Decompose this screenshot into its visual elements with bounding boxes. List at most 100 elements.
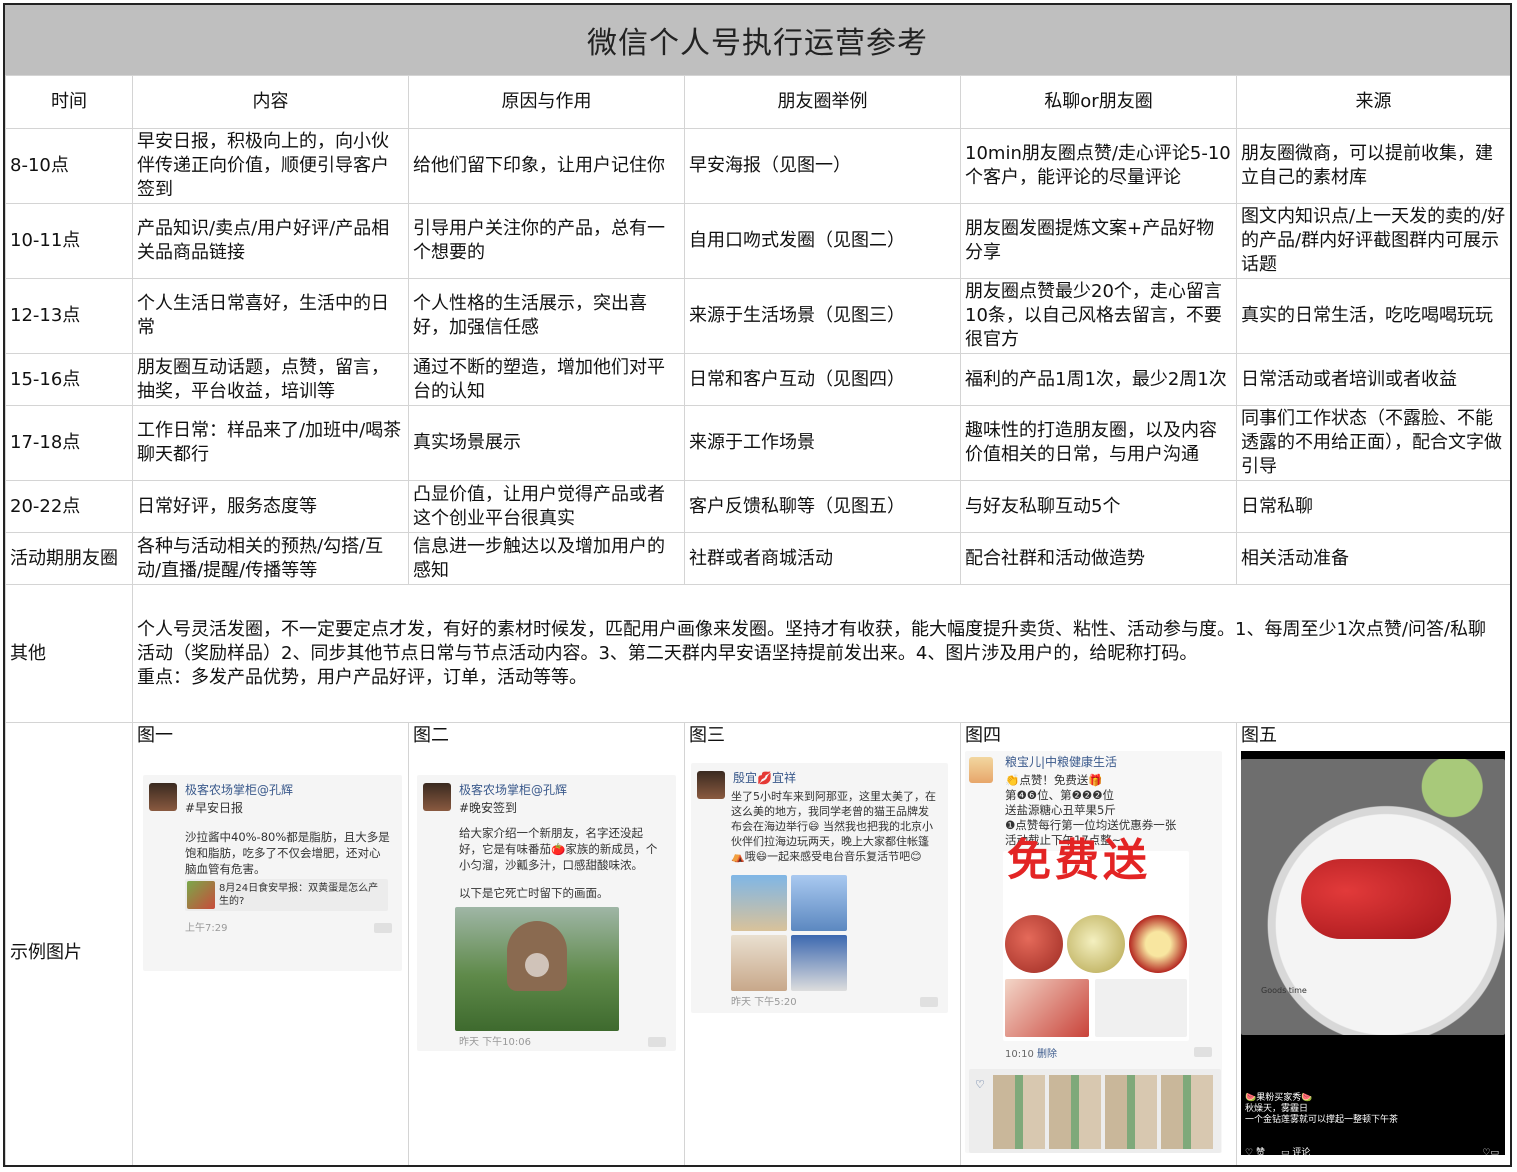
cell-reason: 引导用户关注你的产品，总有一个想要的: [408, 203, 685, 279]
more-icon[interactable]: [648, 1037, 666, 1047]
cell-channel: 朋友圈点赞最少20个，走心留言10条，以自己风格去留言，不要很官方: [960, 278, 1237, 354]
apple-image: [1005, 915, 1063, 973]
cell-reason: 凸显价值，让用户觉得产品或者这个创业平台很真实: [408, 480, 685, 533]
heart-comment-icons[interactable]: ♡▭: [1482, 1141, 1499, 1155]
cell-source: 朋友圈微商，可以提前收集，建立自己的素材库: [1236, 128, 1510, 204]
figure-1-label: 图一: [137, 725, 173, 746]
cell-time: 20-22点: [5, 480, 133, 533]
header-example: 朋友圈举例: [684, 75, 961, 129]
cell-time: 8-10点: [5, 128, 133, 204]
cell-time: 17-18点: [5, 405, 133, 481]
more-icon[interactable]: [374, 923, 392, 933]
post-line: 👏点赞！免费送🎁: [1005, 773, 1103, 787]
avatar: [423, 783, 451, 811]
post-line: ❶点赞每行第一位均送优惠券一张: [1005, 818, 1177, 832]
other-row: 其他 个人号灵活发圈，不一定要定点才发，有好的素材时候发，匹配用户画像来发圈。坚…: [5, 584, 1510, 723]
cell-channel: 趣味性的打造朋友圈，以及内容价值相关的日常，与用户沟通: [960, 405, 1237, 481]
link-thumbnail: [187, 881, 215, 909]
cell-channel: 与好友私聊互动5个: [960, 480, 1237, 533]
cell-content: 各种与活动相关的预热/勾搭/互动/直播/提醒/传播等等: [132, 532, 409, 585]
photo-stage[interactable]: [791, 875, 847, 931]
cell-example: 来源于生活场景（见图三）: [684, 278, 961, 354]
cell-reason: 个人性格的生活展示，突出喜好，加强信任感: [408, 278, 685, 354]
post-line: 第❹❻位、第❷❷❷位: [1005, 788, 1115, 802]
cell-content: 朋友圈互动话题，点赞，留言，抽奖，平台收益，培训等: [132, 353, 409, 406]
cell-example: 客户反馈私聊等（见图五）: [684, 480, 961, 533]
cell-time: 活动期朋友圈: [5, 532, 133, 585]
wax-apple-slices: [1301, 859, 1451, 939]
cell-reason: 真实场景展示: [408, 405, 685, 481]
cell-example: 自用口吻式发圈（见图二）: [684, 203, 961, 279]
table-row: 12-13点 个人生活日常喜好，生活中的日常 个人性格的生活展示，突出喜好，加强…: [5, 278, 1510, 354]
other-key-point: 重点：多发产品优势，用户产品好评，订单，活动等等。: [137, 666, 587, 688]
link-title: 8月24日食安早报：双黄蛋是怎么产生的?: [219, 883, 379, 907]
table-row: 8-10点 早安日报，积极向上的，向小伙伴传递正向价值，顺便引导客户签到 给他们…: [5, 128, 1510, 204]
figure-3-post: 殷宜💋宜祥 坐了5小时车来到阿那亚，这里太美了，在这么美的地方，我同学老曾的猫王…: [691, 763, 948, 1013]
photo-beach[interactable]: [731, 875, 787, 931]
avatar: [969, 757, 993, 783]
table-row: 活动期朋友圈 各种与活动相关的预热/勾搭/互动/直播/提醒/传播等等 信息进一步…: [5, 532, 1510, 585]
photo-poster[interactable]: [791, 935, 847, 991]
heart-icon: ♡: [1245, 1148, 1254, 1155]
operation-table: 时间 内容 原因与作用 朋友圈举例 私聊or朋友圈 来源 8-10点 早安日报，…: [5, 75, 1510, 1165]
header-time: 时间: [5, 75, 133, 129]
header-reason: 原因与作用: [408, 75, 685, 129]
figure-4-label: 图四: [965, 725, 1001, 746]
other-note-line: 个人号灵活发圈，不一定要定点才发，有好的素材时候发，匹配用户画像来发圈。坚持才有…: [137, 618, 1487, 664]
caption-line: 🍉果粉买家秀🍉: [1245, 1093, 1313, 1103]
table-row: 17-18点 工作日常：样品来了/加班中/喝茶聊天都行 真实场景展示 来源于工作…: [5, 405, 1510, 481]
figure-5-cell: 图五 Goods time 🍉果粉买家秀🍉 秋燥天，雾霾日 一个金钻莲雾就可以撑…: [1236, 722, 1510, 1165]
cell-source: 日常活动或者培训或者收益: [1236, 353, 1510, 406]
sheet-title: 微信个人号执行运营参考: [5, 5, 1510, 76]
photo-caption: 🍉果粉买家秀🍉 秋燥天，雾霾日 一个金钻莲雾就可以撑起一整顿下午茶: [1245, 1093, 1398, 1126]
spreadsheet: 微信个人号执行运营参考 时间 内容 原因与作用 朋友圈举例 私聊or朋友圈 来源…: [3, 3, 1512, 1167]
cell-example: 来源于工作场景: [684, 405, 961, 481]
cell-reason: 信息进一步触达以及增加用户的感知: [408, 532, 685, 585]
comment-label: 评论: [1292, 1148, 1311, 1155]
cell-source: 真实的日常生活，吃吃喝喝玩玩: [1236, 278, 1510, 354]
figure-2-post: 极客农场掌柜@孔辉 #晚安签到 给大家介绍一个新朋友，名字还没起好，它是有味番茄…: [417, 775, 676, 1051]
avatar: [697, 771, 725, 799]
cell-source: 同事们工作状态（不露脸、不能透露的不用给正面），配合文字做引导: [1236, 405, 1510, 481]
cell-example: 早安海报（见图一）: [684, 128, 961, 204]
figure-4-cell: 图四 粮宝儿|中粮健康生活 👏点赞！免费送🎁 第❹❻位、第❷❷❷位 送盐源糖心丑…: [960, 722, 1237, 1165]
cell-example: 社群或者商城活动: [684, 532, 961, 585]
cell-source: 日常私聊: [1236, 480, 1510, 533]
fruit-photo: Goods time: [1241, 759, 1505, 1035]
play-icon[interactable]: [525, 953, 549, 977]
post-tag: #早安日报: [185, 801, 244, 815]
photo-selfie[interactable]: [731, 935, 787, 991]
post-body: 给大家介绍一个新朋友，名字还没起好，它是有味番茄🍅家族的新成员，个小匀溜，沙瓤多…: [459, 826, 658, 872]
header-channel: 私聊or朋友圈: [960, 75, 1237, 129]
caption-line: 秋燥天，雾霾日: [1245, 1104, 1309, 1114]
watermark-text: Goods time: [1261, 986, 1307, 995]
figure-2-label: 图二: [413, 725, 449, 746]
liker-avatars: [993, 1075, 1213, 1149]
link-preview: 8月24日食安早报：双黄蛋是怎么产生的?: [185, 879, 388, 911]
other-notes: 个人号灵活发圈，不一定要定点才发，有好的素材时候发，匹配用户画像来发圈。坚持才有…: [132, 584, 1510, 723]
cell-channel: 配合社群和活动做造势: [960, 532, 1237, 585]
more-icon[interactable]: [1194, 1047, 1212, 1057]
header-content: 内容: [132, 75, 409, 129]
figure-5-image[interactable]: Goods time 🍉果粉买家秀🍉 秋燥天，雾霾日 一个金钻莲雾就可以撑起一整…: [1241, 751, 1505, 1155]
table-row: 15-16点 朋友圈互动话题，点赞，留言，抽奖，平台收益，培训等 通过不断的塑造…: [5, 353, 1510, 406]
more-icon[interactable]: [920, 997, 938, 1007]
header-source: 来源: [1236, 75, 1510, 129]
post-body: 沙拉酱中40%-80%都是脂肪，且大多是饱和脂肪，吃多了不仅会增肥，还对心脑血管…: [185, 830, 390, 876]
apple-bitten-image: [1067, 915, 1125, 973]
like-button[interactable]: ♡ 赞: [1245, 1141, 1265, 1155]
figure-1-cell: 图一 极客农场掌柜@孔辉 #早安日报 沙拉酱中40%-80%都是脂肪，且大多是饱…: [132, 722, 409, 1165]
figure-5-label: 图五: [1241, 725, 1277, 746]
cell-time: 10-11点: [5, 203, 133, 279]
post-time: 昨天 下午5:20: [731, 997, 797, 1008]
cell-time: 12-13点: [5, 278, 133, 354]
cell-reason: 通过不断的塑造，增加他们对平台的认知: [408, 353, 685, 406]
product-photo: [1005, 979, 1089, 1037]
comment-button[interactable]: ▭ 评论: [1281, 1141, 1310, 1155]
post-tag: #晚安签到: [459, 801, 518, 815]
heart-icon: ♡: [975, 1078, 985, 1091]
video-thumbnail[interactable]: [455, 907, 619, 1031]
post-body: 坐了5小时车来到阿那亚，这里太美了，在这么美的地方，我同学老曾的猫王品牌发布会在…: [731, 790, 936, 863]
delete-link[interactable]: 删除: [1037, 1047, 1057, 1062]
promo-image[interactable]: 免费送: [1003, 839, 1189, 1041]
